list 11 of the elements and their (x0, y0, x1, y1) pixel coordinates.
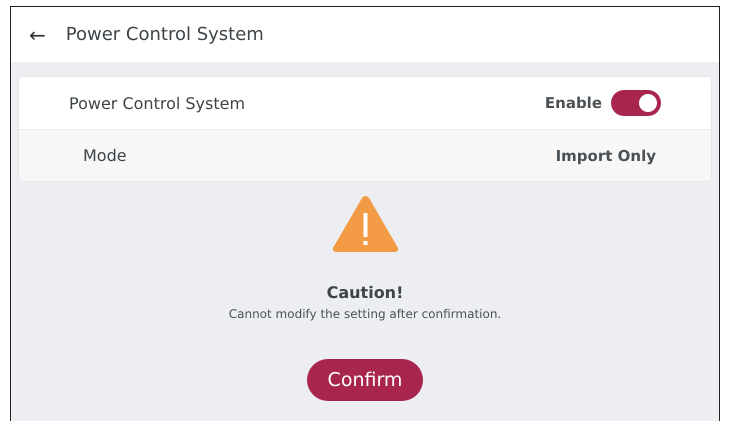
caution-message: Cannot modify the setting after confirmation. (228, 307, 502, 321)
setting-label: Mode (83, 146, 127, 165)
setting-value: Enable (544, 94, 602, 112)
page-title: Power Control System (66, 24, 264, 45)
warning-icon (332, 195, 398, 253)
back-button[interactable]: ← (29, 22, 46, 46)
setting-label: Power Control System (69, 94, 246, 112)
caution-title: Caution! (326, 283, 404, 302)
setting-value: Import Only (556, 146, 656, 164)
confirm-button[interactable]: Confirm (307, 359, 423, 401)
toggle-switch[interactable] (611, 90, 661, 116)
